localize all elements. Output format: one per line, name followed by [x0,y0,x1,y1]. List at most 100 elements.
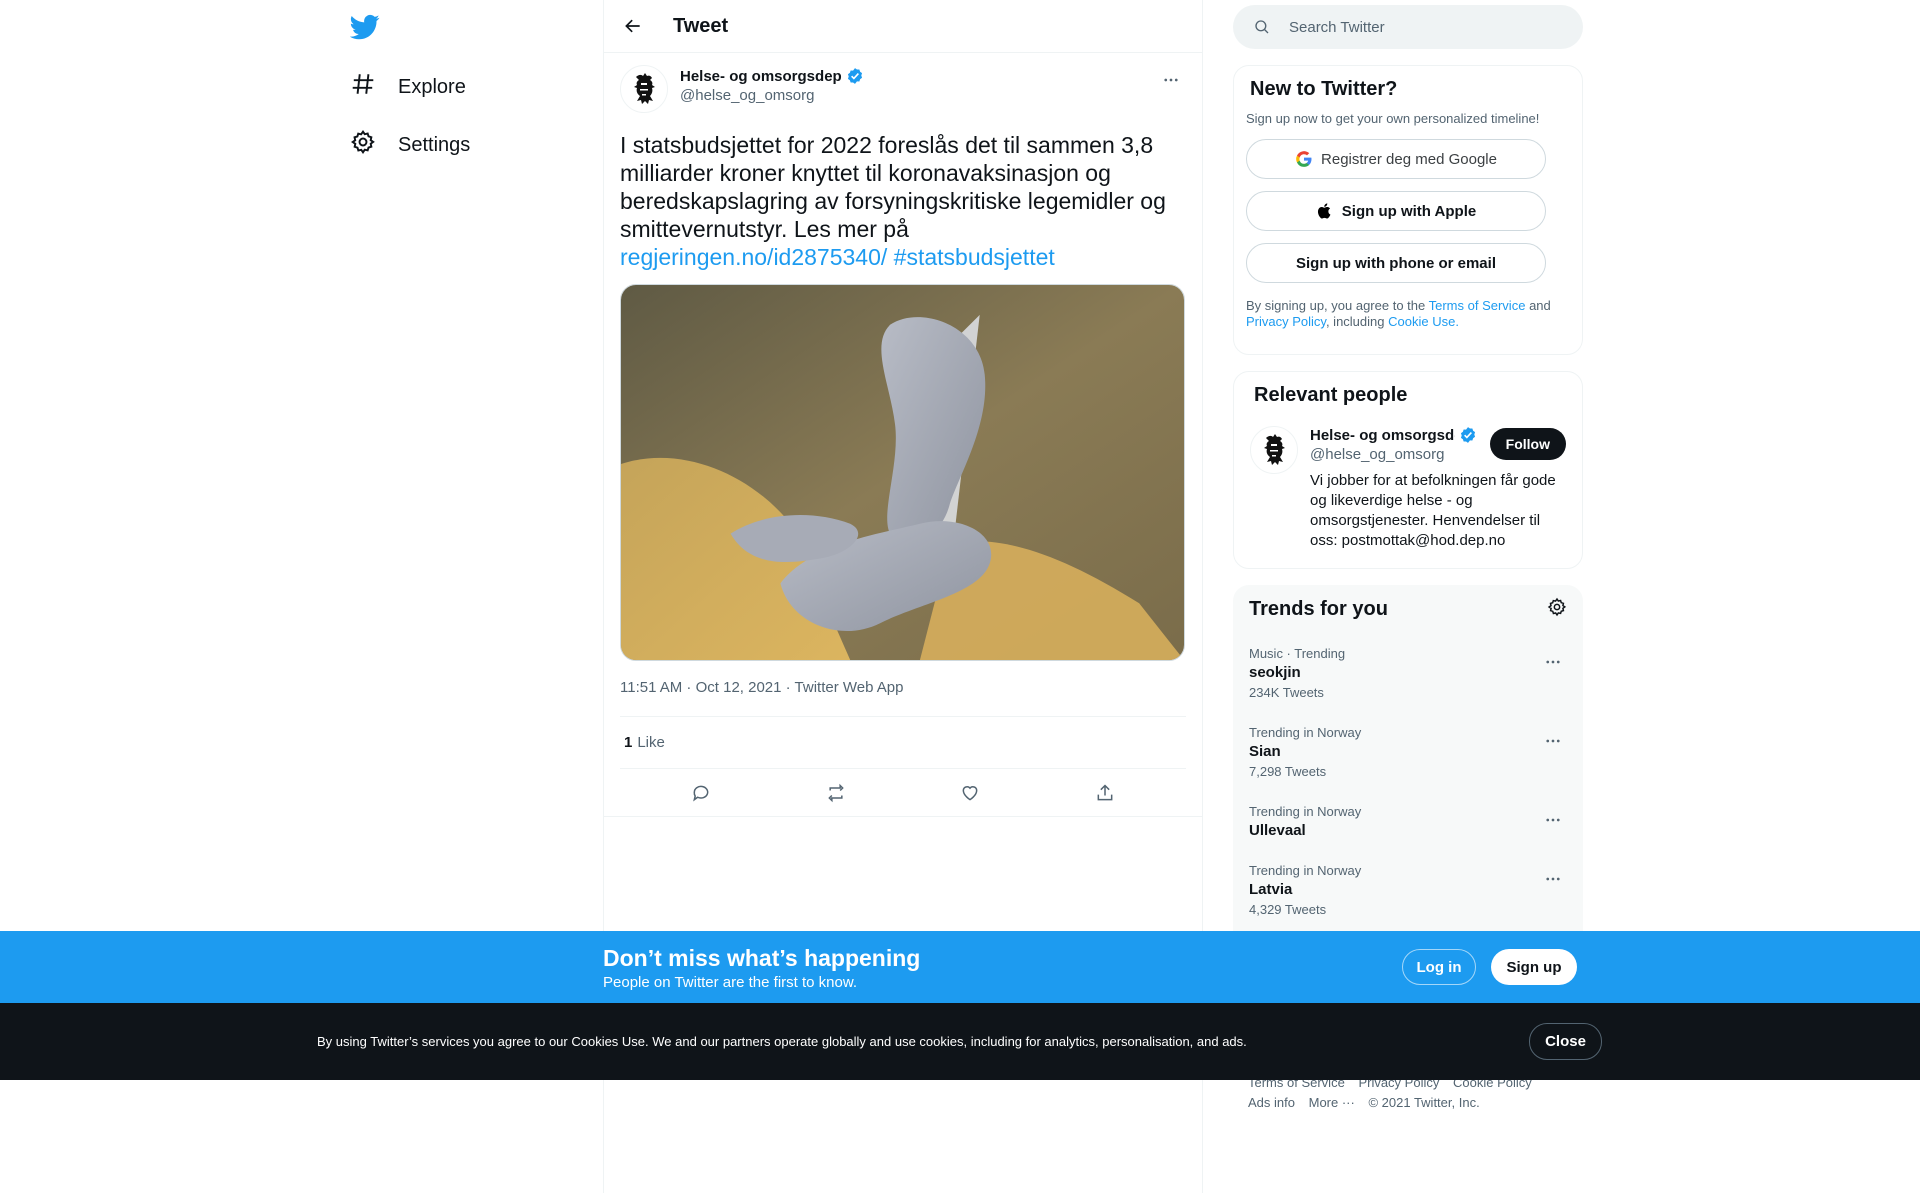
page-title: Tweet [673,14,729,37]
footer-copyright: © 2021 Twitter, Inc. [1368,1095,1480,1110]
footer-more-link[interactable]: More ··· [1309,1095,1355,1110]
trend-context: Music · Trending [1249,646,1346,661]
verified-badge-icon [847,68,862,84]
retweet-icon [828,783,844,802]
tweet-body: I statsbudsjettet for 2022 foreslås det … [620,132,1166,242]
gear-icon [1547,597,1567,616]
cookie-close-button[interactable]: Close [1529,1023,1602,1060]
tweet: Helse- og omsorgsdep @helse_og_omsorg I … [604,53,1202,817]
relevant-person[interactable]: Helse- og omsorgsdep @helse_og_omsorg Vi… [1250,426,1566,551]
verified-badge-icon [1460,427,1476,443]
trend-context: Trending in Norway [1249,804,1362,819]
author-handle[interactable]: @helse_og_omsorg [680,87,864,104]
search-icon [1255,20,1269,34]
trend-more-button[interactable] [1539,727,1567,755]
more-dots-icon [1546,739,1560,743]
relevant-people-title: Relevant people [1254,384,1408,406]
tweet-timestamp[interactable]: 11:51 AM · Oct 12, 2021 · Twitter Web Ap… [620,679,1186,717]
more-dots-icon [1164,78,1178,82]
nav-explore[interactable]: Explore [350,63,466,111]
follow-button[interactable]: Follow [1489,428,1566,460]
footer-ads-link[interactable]: Ads info [1248,1095,1295,1110]
trend-more-button[interactable] [1539,648,1567,676]
tweet-actions [604,769,1202,817]
apple-icon [1317,203,1331,219]
privacy-policy-link[interactable]: Privacy Policy [1246,314,1326,329]
share-button[interactable] [1087,775,1123,811]
nav-settings[interactable]: Settings [350,121,470,169]
cookie-text: By using Twitter’s services you agree to… [317,1034,1247,1049]
reply-button[interactable] [683,775,719,811]
more-options-button[interactable] [1156,65,1186,95]
nav-settings-label: Settings [398,133,471,156]
more-dots-icon [1546,877,1560,881]
terms-of-service-link[interactable]: Terms of Service [1429,298,1526,313]
relevant-people-card: Relevant people Helse- og omsorgsdep @he… [1233,371,1583,569]
trend-count: 4,329 Tweets [1249,902,1327,917]
trend-count: 7,298 Tweets [1249,764,1327,779]
trend-name: Latvia [1249,881,1293,898]
signup-title: New to Twitter? [1250,78,1398,100]
google-icon [1296,151,1312,167]
hashtag-icon [350,71,376,103]
apple-signup-label: Sign up with Apple [1341,202,1477,220]
signup-terms: By signing up, you agree to the Terms of… [1246,298,1551,329]
google-signup-label: Registrer deg med Google [1321,150,1497,168]
reply-icon [693,785,709,801]
trend-name: seokjin [1249,664,1301,681]
more-dots-icon [1546,818,1560,822]
login-button[interactable]: Log in [1402,949,1476,985]
search-bar[interactable] [1233,5,1583,49]
trend-name: Ullevaal [1249,822,1306,839]
tweet-header: Tweet [604,0,1202,53]
retweet-button[interactable] [818,775,854,811]
trend-more-button[interactable] [1539,865,1567,893]
trend-item[interactable]: Music · Trending seokjin 234K Tweets [1249,646,1567,700]
trend-name: Sian [1249,743,1281,760]
vaccine-syringe-photo [621,285,1184,660]
more-dots-icon [1546,660,1560,664]
trend-context: Trending in Norway [1249,725,1362,740]
trend-count: 234K Tweets [1249,685,1324,700]
tweet-author-row: Helse- og omsorgsdep @helse_og_omsorg [620,65,1186,121]
signup-subtitle: Sign up now to get your own personalized… [1246,111,1540,126]
right-sidebar: New to Twitter? Sign up now to get your … [1233,0,1583,1005]
gear-icon [350,129,376,161]
heart-icon [962,785,978,801]
login-promo-banner: Don’t miss what’s happening People on Tw… [0,931,1920,1003]
trends-settings-button[interactable] [1547,597,1567,622]
phone-email-signup-label: Sign up with phone or email [1295,254,1496,272]
likes-count: 1 [624,734,633,751]
coat-of-arms-lion-icon [634,73,655,104]
search-input[interactable] [1289,18,1549,36]
trend-item[interactable]: Trending in Norway Ullevaal [1249,804,1567,839]
promo-title: Don’t miss what’s happening [603,945,921,971]
signup-button[interactable]: Sign up [1491,949,1577,985]
tweet-likes-stat[interactable]: 1 Like [620,717,1186,769]
likes-label: Like [637,734,665,751]
trend-more-button[interactable] [1539,806,1567,834]
person-name[interactable]: Helse- og omsorgsdep [1310,426,1480,444]
apple-signup-button[interactable]: Sign up with Apple [1246,191,1546,231]
cookie-banner: By using Twitter’s services you agree to… [0,1003,1920,1080]
cookie-use-link[interactable]: Cookie Use. [1388,314,1459,329]
twitter-logo-icon[interactable] [349,12,380,42]
phone-email-signup-button[interactable]: Sign up with phone or email [1246,243,1546,283]
back-button[interactable] [616,9,650,43]
signup-card: New to Twitter? Sign up now to get your … [1233,65,1583,355]
trend-item[interactable]: Trending in Norway Sian 7,298 Tweets [1249,725,1567,779]
avatar[interactable] [1250,426,1298,474]
trend-item[interactable]: Trending in Norway Latvia 4,329 Tweets [1249,863,1567,917]
author-name[interactable]: Helse- og omsorgsdep [680,67,864,85]
avatar[interactable] [620,65,668,113]
coat-of-arms-lion-icon [1264,434,1285,465]
google-signup-button[interactable]: Registrer deg med Google [1246,139,1546,179]
tweet-media-photo[interactable] [620,284,1185,661]
tweet-link[interactable]: regjeringen.no/id2875340/ [620,244,887,270]
promo-subtitle: People on Twitter are the first to know. [603,974,858,991]
nav-explore-label: Explore [398,75,466,98]
tweet-hashtag[interactable]: #statsbudsjettet [894,244,1055,270]
trend-context: Trending in Norway [1249,863,1362,878]
share-icon [1097,783,1113,800]
like-button[interactable] [952,775,988,811]
